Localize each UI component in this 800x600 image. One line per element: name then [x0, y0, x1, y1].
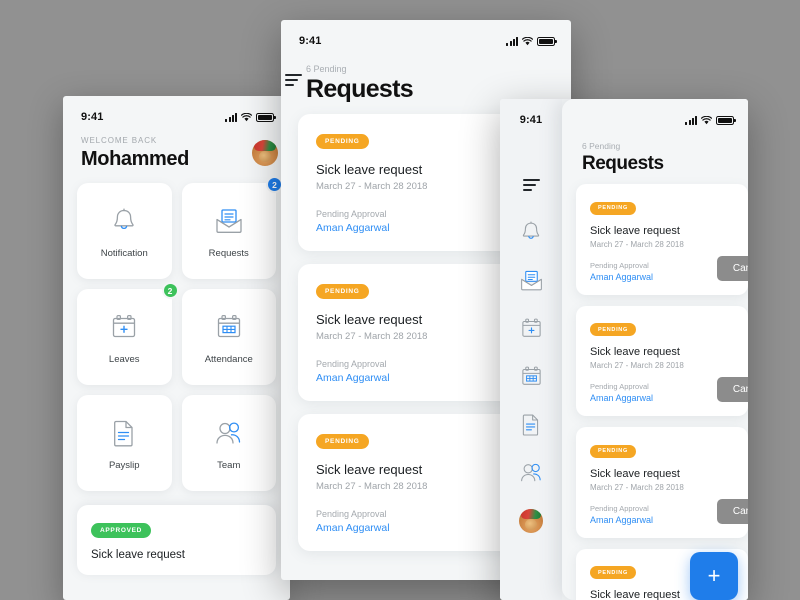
calendar-grid-icon: [212, 310, 246, 344]
card-title: Sick leave request: [590, 224, 680, 237]
status-badge: PENDING: [316, 134, 369, 149]
tile-leaves[interactable]: 2 Leaves: [77, 282, 179, 385]
tile-label: Requests: [208, 247, 249, 259]
pending-count-label: 6 Pending: [306, 64, 347, 74]
navigation-drawer-rail: 9:41: [500, 99, 562, 600]
tile-badge: 2: [161, 282, 179, 299]
bell-icon: [107, 204, 141, 238]
approver-name[interactable]: Aman Aggarwal: [590, 393, 734, 403]
add-request-fab[interactable]: +: [690, 552, 738, 600]
welcome-label: WELCOME BACK: [81, 136, 158, 145]
drawer-content-panel: 6 Pending Requests PENDING Sick leave re…: [562, 99, 748, 600]
status-badge: PENDING: [316, 284, 369, 299]
team-icon[interactable]: [518, 459, 544, 485]
approval-status: Pending Approval: [590, 503, 649, 513]
card-dates: March 27 - March 28 2018: [590, 239, 684, 249]
hamburger-menu-icon[interactable]: [522, 179, 540, 191]
signal-bars-icon: [685, 115, 697, 125]
approver-name[interactable]: Aman Aggarwal: [590, 515, 734, 525]
phone-home-screen: 9:41 WELCOME BACK Mohammed Notification: [63, 96, 290, 600]
open-envelope-icon: [212, 204, 246, 238]
page-title: Requests: [582, 153, 664, 174]
status-indicators: [225, 112, 276, 122]
tile-attendance[interactable]: Attendance: [181, 289, 276, 385]
cancel-button[interactable]: Cancel: [716, 377, 748, 402]
status-indicators: [685, 115, 736, 125]
drawer-header: 6 Pending Requests: [562, 129, 748, 184]
hamburger-menu-icon[interactable]: [285, 74, 302, 86]
card-footer: Pending Approval Aman Aggarwal: [590, 382, 734, 403]
drawer-card-list: PENDING Sick leave request March 27 - Ma…: [562, 184, 748, 600]
status-badge: APPROVED: [91, 523, 152, 538]
signal-bars-icon: [225, 112, 237, 122]
wifi-icon: [701, 115, 712, 125]
cancel-button[interactable]: Cancel: [716, 255, 748, 281]
approval-status: Pending Approval: [590, 260, 649, 270]
card-footer: Pending Approval Aman Aggarwal: [590, 261, 734, 282]
status-bar-left: 9:41: [500, 99, 562, 129]
status-badge: PENDING: [590, 566, 636, 579]
status-badge: PENDING: [590, 201, 636, 215]
tile-label: Notification: [100, 247, 148, 259]
home-header: WELCOME BACK Mohammed: [63, 126, 290, 171]
calendar-plus-icon[interactable]: [518, 315, 544, 341]
screenshot-canvas: 9:41 WELCOME BACK Mohammed Notification: [0, 0, 800, 600]
status-badge: PENDING: [316, 434, 369, 449]
tile-requests[interactable]: 2 Requests: [181, 176, 283, 279]
open-envelope-icon[interactable]: [518, 267, 544, 293]
status-badge: PENDING: [590, 323, 636, 336]
tile-payslip[interactable]: Payslip: [77, 395, 172, 491]
cancel-button[interactable]: Cancel: [716, 498, 748, 524]
battery-icon: [537, 36, 557, 46]
signal-bars-icon: [506, 36, 518, 46]
card-footer: Pending Approval Aman Aggarwal: [590, 504, 734, 525]
calendar-grid-icon[interactable]: [518, 363, 544, 389]
user-avatar[interactable]: [252, 140, 278, 166]
user-name: Mohammed: [81, 148, 189, 170]
battery-icon: [256, 112, 276, 122]
status-time: 9:41: [519, 114, 543, 126]
card-title: Sick leave request: [91, 549, 185, 561]
status-bar: 9:41: [63, 96, 290, 126]
tile-team[interactable]: Team: [181, 395, 276, 491]
tile-label: Leaves: [108, 353, 140, 365]
request-card[interactable]: PENDING Sick leave request March 27 - Ma…: [576, 427, 748, 538]
card-dates: March 27 - March 28 2018: [590, 482, 684, 492]
rail-icon-list: [518, 219, 544, 533]
document-icon: [107, 416, 141, 450]
status-indicators: [506, 36, 557, 46]
user-avatar[interactable]: [519, 509, 543, 533]
team-icon: [212, 416, 246, 450]
tile-notification[interactable]: Notification: [77, 183, 172, 279]
card-title: Sick leave request: [590, 467, 680, 480]
status-time: 9:41: [299, 35, 322, 47]
request-card[interactable]: PENDING Sick leave request March 27 - Ma…: [576, 184, 748, 295]
wifi-icon: [241, 112, 252, 122]
status-bar: 9:41: [281, 20, 571, 50]
approved-request-card[interactable]: APPROVED Sick leave request: [77, 505, 276, 575]
card-title: Sick leave request: [590, 346, 680, 358]
tile-label: Payslip: [108, 459, 140, 471]
battery-icon: [716, 115, 736, 125]
request-card[interactable]: PENDING Sick leave request March 27 - Ma…: [576, 305, 748, 416]
status-bar: [562, 99, 748, 129]
phone-drawer-screen: 9:41 6 Pending Requests PENDING Sick lea…: [500, 99, 748, 600]
document-icon[interactable]: [518, 411, 544, 437]
status-time: 9:41: [81, 111, 104, 123]
tile-label: Attendance: [204, 353, 253, 365]
tile-label: Team: [217, 459, 241, 471]
calendar-plus-icon: [107, 310, 141, 344]
plus-icon: +: [707, 563, 721, 588]
pending-count-label: 6 Pending: [582, 141, 621, 151]
approver-name[interactable]: Aman Aggarwal: [590, 272, 734, 282]
home-tile-grid: Notification 2 Requests 2 Leaves Attenda…: [63, 171, 290, 491]
bell-icon[interactable]: [518, 219, 544, 245]
card-dates: March 27 - March 28 2018: [590, 361, 684, 370]
wifi-icon: [522, 36, 533, 46]
status-badge: PENDING: [590, 444, 636, 458]
approval-status: Pending Approval: [590, 382, 649, 391]
